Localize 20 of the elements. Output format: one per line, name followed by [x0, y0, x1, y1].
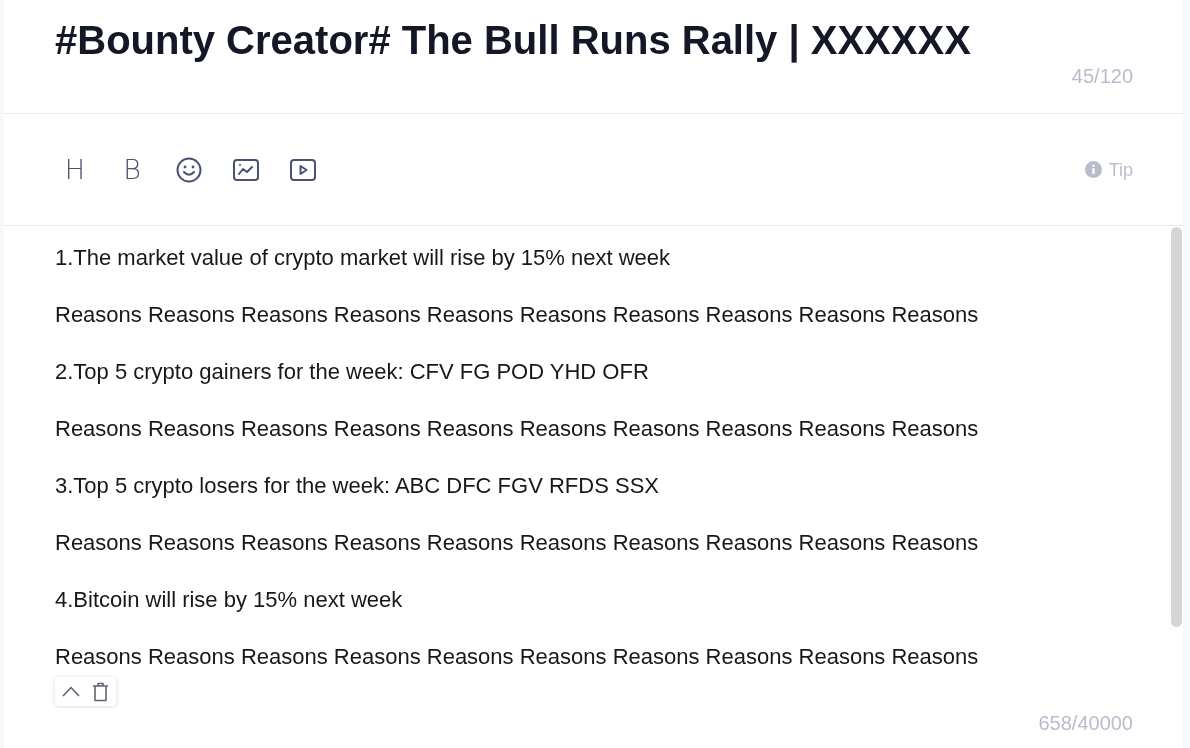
paragraph: 3.Top 5 crypto losers for the week: ABC DFC FGV RFDS SSX [55, 472, 659, 500]
scrollbar[interactable] [1171, 227, 1182, 627]
paragraph: 2.Top 5 crypto gainers for the week: CFV FG POD YHD OFR [55, 358, 649, 386]
caret-up-icon[interactable] [62, 686, 80, 697]
heading-button[interactable]: H [59, 154, 91, 185]
character-counter: 658/40000 [1038, 711, 1133, 736]
character-counter: 45/120 [1071, 64, 1133, 89]
info-icon [1084, 161, 1102, 178]
paragraph: Reasons Reasons Reasons Reasons Reasons Reasons Reasons Reasons Reasons Reasons [55, 643, 979, 671]
trash-icon[interactable] [92, 681, 109, 702]
image-icon[interactable] [233, 158, 259, 181]
post-title[interactable]: #Bounty Creator# The Bull Runs Rally | XXXXXX [55, 0, 971, 64]
paragraph: Reasons Reasons Reasons Reasons Reasons Reasons Reasons Reasons Reasons Reasons [55, 529, 979, 557]
paragraph: Reasons Reasons Reasons Reasons Reasons Reasons Reasons Reasons Reasons Reasons [55, 415, 979, 443]
video-icon[interactable] [290, 158, 316, 181]
bold-button[interactable]: B [116, 154, 148, 185]
paragraph: 4.Bitcoin will rise by 15% next week [55, 586, 403, 614]
paragraph: 1.The market value of crypto market will rise by 15% next week [55, 244, 671, 272]
paragraph: Reasons Reasons Reasons Reasons Reasons Reasons Reasons Reasons Reasons Reasons [55, 301, 979, 329]
emoji-icon[interactable] [176, 156, 202, 183]
